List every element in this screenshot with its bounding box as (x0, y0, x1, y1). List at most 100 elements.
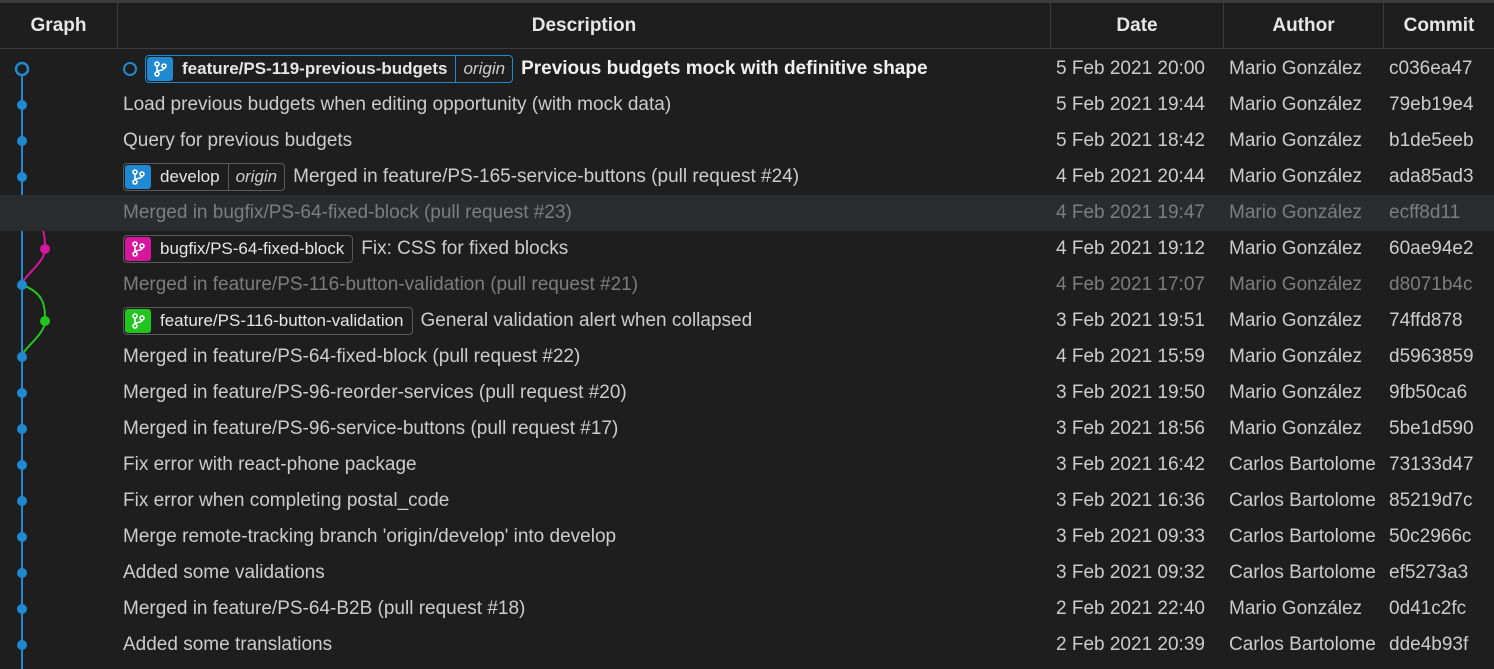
commit-description: develop origin Merged in feature/PS-165-… (123, 163, 799, 191)
branch-badge[interactable]: feature/PS-119-previous-budgets origin (145, 55, 514, 83)
header-description[interactable]: Description (118, 3, 1051, 48)
commit-row[interactable]: Merged in feature/PS-96-reorder-services… (0, 375, 1494, 411)
branch-remote: origin (227, 164, 285, 190)
commit-hash: 60ae94e2 (1389, 238, 1474, 259)
commit-description: feature/PS-116-button-validation General… (123, 307, 752, 335)
branch-remote: origin (455, 56, 512, 82)
commit-date: 3 Feb 2021 09:33 (1056, 526, 1205, 547)
commit-date: 5 Feb 2021 20:00 (1056, 58, 1205, 79)
commit-row[interactable]: Fix error with react-phone package 3 Feb… (0, 447, 1494, 483)
commit-description: feature/PS-119-previous-budgets origin P… (123, 55, 928, 83)
commit-hash: 9fb50ca6 (1389, 382, 1468, 403)
commit-row[interactable]: feature/PS-116-button-validation General… (0, 303, 1494, 339)
commit-table: feature/PS-119-previous-budgets origin P… (0, 51, 1494, 663)
commit-date: 4 Feb 2021 17:07 (1056, 274, 1205, 295)
git-graph-view: Graph Description Date Author Commit fea… (0, 0, 1494, 669)
commit-description: Merged in feature/PS-64-fixed-block (pul… (123, 346, 580, 368)
commit-message: Fix error when completing postal_code (123, 490, 450, 511)
commit-hash: ef5273a3 (1389, 562, 1469, 583)
commit-description: Merge remote-tracking branch 'origin/dev… (123, 526, 616, 548)
commit-row[interactable]: develop origin Merged in feature/PS-165-… (0, 159, 1494, 195)
commit-description: Query for previous budgets (123, 130, 352, 152)
head-indicator-icon (123, 62, 137, 76)
commit-message: Merge remote-tracking branch 'origin/dev… (123, 526, 617, 547)
branch-badge[interactable]: feature/PS-116-button-validation (123, 307, 413, 335)
commit-row[interactable]: Added some validations 3 Feb 2021 09:32 … (0, 555, 1494, 591)
commit-row[interactable]: Merged in feature/PS-64-fixed-block (pul… (0, 339, 1494, 375)
commit-author: Mario González (1229, 310, 1363, 331)
branch-icon (147, 57, 173, 81)
commit-message: Merged in feature/PS-64-B2B (pull reques… (123, 598, 526, 619)
commit-row[interactable]: Merged in feature/PS-116-button-validati… (0, 267, 1494, 303)
commit-date: 3 Feb 2021 16:42 (1056, 454, 1205, 475)
commit-description: Merged in feature/PS-64-B2B (pull reques… (123, 598, 525, 620)
commit-row[interactable]: Merged in bugfix/PS-64-fixed-block (pull… (0, 195, 1494, 231)
commit-row[interactable]: Merged in feature/PS-96-service-buttons … (0, 411, 1494, 447)
commit-row[interactable]: Query for previous budgets 5 Feb 2021 18… (0, 123, 1494, 159)
commit-description: Load previous budgets when editing oppor… (123, 94, 671, 116)
commit-author: Mario González (1229, 58, 1363, 79)
commit-message: Added some translations (123, 634, 333, 655)
commit-author: Mario González (1229, 166, 1363, 187)
commit-date: 2 Feb 2021 22:40 (1056, 598, 1205, 619)
commit-message: Merged in bugfix/PS-64-fixed-block (pull… (123, 202, 572, 223)
commit-message: Previous budgets mock with definitive sh… (521, 58, 928, 79)
commit-hash: 73133d47 (1389, 454, 1474, 475)
commit-row[interactable]: Merge remote-tracking branch 'origin/dev… (0, 519, 1494, 555)
header-author[interactable]: Author (1224, 3, 1384, 48)
commit-message: Merged in feature/PS-96-reorder-services… (123, 382, 627, 403)
branch-badge[interactable]: develop origin (123, 163, 286, 191)
commit-description: Added some validations (123, 562, 325, 584)
commit-author: Carlos Bartolome (1229, 562, 1376, 583)
commit-description: Merged in feature/PS-96-service-buttons … (123, 418, 618, 440)
commit-author: Mario González (1229, 598, 1363, 619)
commit-author: Mario González (1229, 238, 1363, 259)
commit-message: Query for previous budgets (123, 130, 353, 151)
commit-message: Merged in feature/PS-96-service-buttons … (123, 418, 619, 439)
branch-badge[interactable]: bugfix/PS-64-fixed-block (123, 235, 354, 263)
commit-date: 3 Feb 2021 19:50 (1056, 382, 1205, 403)
commit-row[interactable]: Merged in feature/PS-64-B2B (pull reques… (0, 591, 1494, 627)
commit-author: Mario González (1229, 346, 1363, 367)
commit-message: Added some validations (123, 562, 325, 583)
branch-icon (125, 237, 151, 261)
commit-author: Mario González (1229, 94, 1363, 115)
branch-name: feature/PS-119-previous-budgets (182, 59, 448, 78)
commit-hash: d5963859 (1389, 346, 1474, 367)
commit-date: 2 Feb 2021 20:39 (1056, 634, 1205, 655)
commit-hash: d8071b4c (1389, 274, 1473, 295)
commit-date: 3 Feb 2021 19:51 (1056, 310, 1205, 331)
commit-author: Mario González (1229, 274, 1363, 295)
commit-date: 3 Feb 2021 18:56 (1056, 418, 1205, 439)
header-date[interactable]: Date (1051, 3, 1224, 48)
commit-hash: dde4b93f (1389, 634, 1469, 655)
column-header: Graph Description Date Author Commit (0, 0, 1494, 49)
commit-hash: c036ea47 (1389, 58, 1473, 79)
commit-date: 4 Feb 2021 19:47 (1056, 202, 1205, 223)
commit-description: Merged in feature/PS-116-button-validati… (123, 274, 638, 296)
branch-name: feature/PS-116-button-validation (160, 311, 404, 330)
commit-author: Mario González (1229, 130, 1363, 151)
commit-hash: ecff8d11 (1389, 202, 1461, 223)
commit-message: Load previous budgets when editing oppor… (123, 94, 672, 115)
commit-message: Fix: CSS for fixed blocks (361, 238, 569, 259)
commit-row[interactable]: bugfix/PS-64-fixed-block Fix: CSS for fi… (0, 231, 1494, 267)
commit-message: Merged in feature/PS-165-service-buttons… (293, 166, 800, 187)
commit-description: bugfix/PS-64-fixed-block Fix: CSS for fi… (123, 235, 568, 263)
commit-message: Merged in feature/PS-64-fixed-block (pul… (123, 346, 581, 367)
commit-row[interactable]: feature/PS-119-previous-budgets origin P… (0, 51, 1494, 87)
commit-date: 3 Feb 2021 09:32 (1056, 562, 1205, 583)
commit-row[interactable]: Load previous budgets when editing oppor… (0, 87, 1494, 123)
commit-hash: 85219d7c (1389, 490, 1473, 511)
branch-icon (125, 309, 151, 333)
commit-row[interactable]: Added some translations 2 Feb 2021 20:39… (0, 627, 1494, 663)
commit-hash: 74ffd878 (1389, 310, 1463, 331)
commit-hash: 5be1d590 (1389, 418, 1474, 439)
header-commit[interactable]: Commit (1384, 3, 1494, 48)
commit-author: Mario González (1229, 202, 1363, 223)
commit-description: Merged in bugfix/PS-64-fixed-block (pull… (123, 202, 572, 224)
commit-row[interactable]: Fix error when completing postal_code 3 … (0, 483, 1494, 519)
commit-author: Carlos Bartolome (1229, 526, 1376, 547)
commit-hash: b1de5eeb (1389, 130, 1474, 151)
commit-hash: 79eb19e4 (1389, 94, 1474, 115)
